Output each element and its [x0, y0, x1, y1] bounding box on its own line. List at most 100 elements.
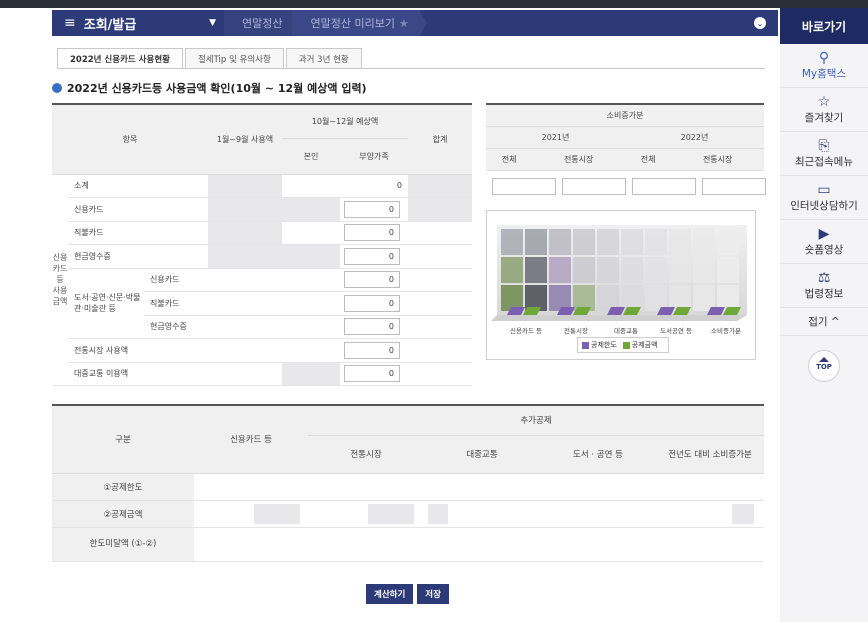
- chart-x-tick-label: 신용카드 등: [510, 326, 542, 335]
- chevron-up-icon: ^: [830, 316, 840, 328]
- table-row: 신용카드 0: [52, 197, 472, 222]
- input-market-2022[interactable]: [702, 178, 766, 195]
- row-label: 현금영수증: [68, 244, 208, 269]
- chart-grid-cell: [717, 257, 739, 283]
- quick-links-sidebar: 바로가기 ⚲ My홈택스 ☆ 즐겨찾기 ⎘ 최근접속메뉴 ▭ 인터넷상담하기 ▶…: [780, 8, 868, 622]
- table-row: 현금영수증 0: [52, 244, 472, 269]
- dependent-input[interactable]: 0: [344, 200, 400, 218]
- row-label: 직불카드: [68, 221, 208, 245]
- self-value: [282, 315, 340, 339]
- header-item: 항목: [52, 103, 208, 175]
- jan-sep-value: [208, 244, 282, 269]
- row-label: 전통시장 사용액: [68, 338, 208, 363]
- deduction-table: 구분 신용카드 등 추가공제 전통시장 대중교통 도서 · 공연 등 전년도 대…: [52, 404, 764, 562]
- chart-grid-cell: [525, 257, 547, 283]
- row-label: 현금영수증: [144, 315, 208, 339]
- self-value: [282, 268, 340, 292]
- total-value: [408, 268, 472, 292]
- input-market-2021[interactable]: [562, 178, 626, 195]
- row-label: 신용카드: [68, 197, 208, 222]
- dependent-input[interactable]: 0: [344, 271, 400, 289]
- self-value: [282, 362, 340, 386]
- dependent-input[interactable]: 0: [344, 318, 400, 336]
- dropdown-arrow-icon: ▼: [209, 18, 216, 28]
- chart-x-tick-label: 전통시장: [564, 326, 588, 335]
- sidebar-item-recent-menu[interactable]: ⎘ 최근접속메뉴: [780, 132, 868, 176]
- header-jan-sep: 1월~9월 사용액: [208, 103, 282, 175]
- row-label: ①공제한도: [52, 473, 194, 501]
- sidebar-fold-button[interactable]: 접기 ^: [780, 308, 868, 336]
- chart-x-labels: 신용카드 등 전통시장 대중교통 도서공연 등 소비증가분: [510, 326, 741, 335]
- row-group-label: 도서·공연·신문·박물관·미술관 등: [68, 268, 144, 339]
- bullet-icon: [52, 83, 62, 93]
- menu-dropdown[interactable]: ≡ 조회/발급 ▼: [52, 10, 224, 36]
- play-icon: ▶: [818, 226, 830, 242]
- arrow-up-icon: [819, 357, 829, 362]
- header-books: 도서 · 공연 등: [540, 435, 656, 474]
- chart-x-tick-label: 대중교통: [614, 327, 638, 335]
- subtotal-dependent: 0: [340, 174, 408, 198]
- chart-grid-cell: [669, 229, 691, 255]
- chart-grid-cell: [573, 229, 595, 255]
- dependent-input[interactable]: 0: [344, 224, 400, 242]
- self-value: [282, 197, 340, 222]
- input-total-2021[interactable]: [492, 178, 556, 195]
- star-icon: ☆: [817, 94, 831, 110]
- jan-sep-value: [208, 338, 282, 363]
- dependent-input[interactable]: 0: [344, 294, 400, 312]
- dependent-input[interactable]: 0: [344, 247, 400, 265]
- menu-title: 조회/발급: [83, 17, 137, 33]
- total-value: [408, 197, 472, 222]
- chart-grid-cell: [621, 257, 643, 283]
- tab-tax-tips[interactable]: 절세Tip 및 유의사항: [184, 48, 284, 68]
- self-value: [282, 174, 340, 198]
- input-total-2022[interactable]: [632, 178, 696, 195]
- sidebar-title: 바로가기: [780, 8, 868, 44]
- header-increase: 전년도 대비 소비증가분: [656, 435, 764, 474]
- sidebar-item-online-consult[interactable]: ▭ 인터넷상담하기: [780, 176, 868, 220]
- dependent-input[interactable]: 0: [344, 341, 400, 359]
- table-row: 대중교통 이용액 0: [52, 362, 472, 386]
- table-row: 신용카드등 사용금액 소계 0: [52, 174, 472, 386]
- chevron-down-icon[interactable]: ⌄: [754, 17, 766, 29]
- sidebar-item-my-hometax[interactable]: ⚲ My홈택스: [780, 44, 868, 88]
- total-value: [408, 338, 472, 363]
- legend-item-amount: 공제금액: [622, 340, 658, 350]
- chart-grid-cell: [597, 257, 619, 283]
- total-value: [408, 174, 472, 198]
- tab-past-3-years[interactable]: 과거 3년 현황: [285, 48, 362, 68]
- self-value: [282, 291, 340, 316]
- jan-sep-value: [208, 197, 282, 222]
- jan-sep-value: [208, 174, 282, 198]
- chart-grid-cell: [717, 229, 739, 255]
- save-button[interactable]: 저장: [417, 584, 449, 604]
- tab-card-usage[interactable]: 2022년 신용카드 사용현황: [57, 48, 183, 68]
- tab-bar: 2022년 신용카드 사용현황 절세Tip 및 유의사항 과거 3년 현황: [57, 48, 364, 68]
- row-label: 한도미달액 (①-②): [52, 527, 194, 562]
- year-2022: 2022년: [624, 126, 764, 149]
- table-row: ①공제한도: [52, 473, 764, 501]
- calculate-button[interactable]: 계산하기: [366, 584, 414, 604]
- top-strip: [0, 0, 868, 8]
- total-value: [408, 315, 472, 339]
- header-credit: 신용카드 등: [194, 404, 308, 474]
- breadcrumb-nav: ≡ 조회/발급 ▼ 연말정산 연말정산 미리보기 ★ ⌄: [52, 10, 778, 36]
- favorite-star-icon[interactable]: ★: [399, 17, 409, 30]
- self-value: [282, 244, 340, 269]
- scroll-top-button[interactable]: TOP: [808, 350, 840, 382]
- breadcrumb-item-2[interactable]: 연말정산 미리보기 ★: [292, 10, 428, 36]
- sidebar-item-short-video[interactable]: ▶ 숏폼영상: [780, 220, 868, 264]
- header-dependent: 부양가족: [340, 138, 408, 175]
- sidebar-item-law-info[interactable]: ⚖ 법령정보: [780, 264, 868, 308]
- table-row: 도서·공연·신문·박물관·미술관 등 신용카드 0: [52, 268, 472, 339]
- col-market-2021: 전통시장: [532, 148, 625, 171]
- breadcrumb-item-1[interactable]: 연말정산: [224, 10, 302, 36]
- dependent-input[interactable]: 0: [344, 365, 400, 383]
- chart-grid-cell: [549, 257, 571, 283]
- hamburger-icon: ≡: [64, 15, 76, 31]
- header-oct-dec: 10월~12월 예상액: [282, 103, 408, 139]
- person-icon: ⚲: [818, 50, 830, 66]
- chart-grid-cell: [549, 229, 571, 255]
- legend-swatch-icon: [622, 341, 630, 349]
- sidebar-item-favorites[interactable]: ☆ 즐겨찾기: [780, 88, 868, 132]
